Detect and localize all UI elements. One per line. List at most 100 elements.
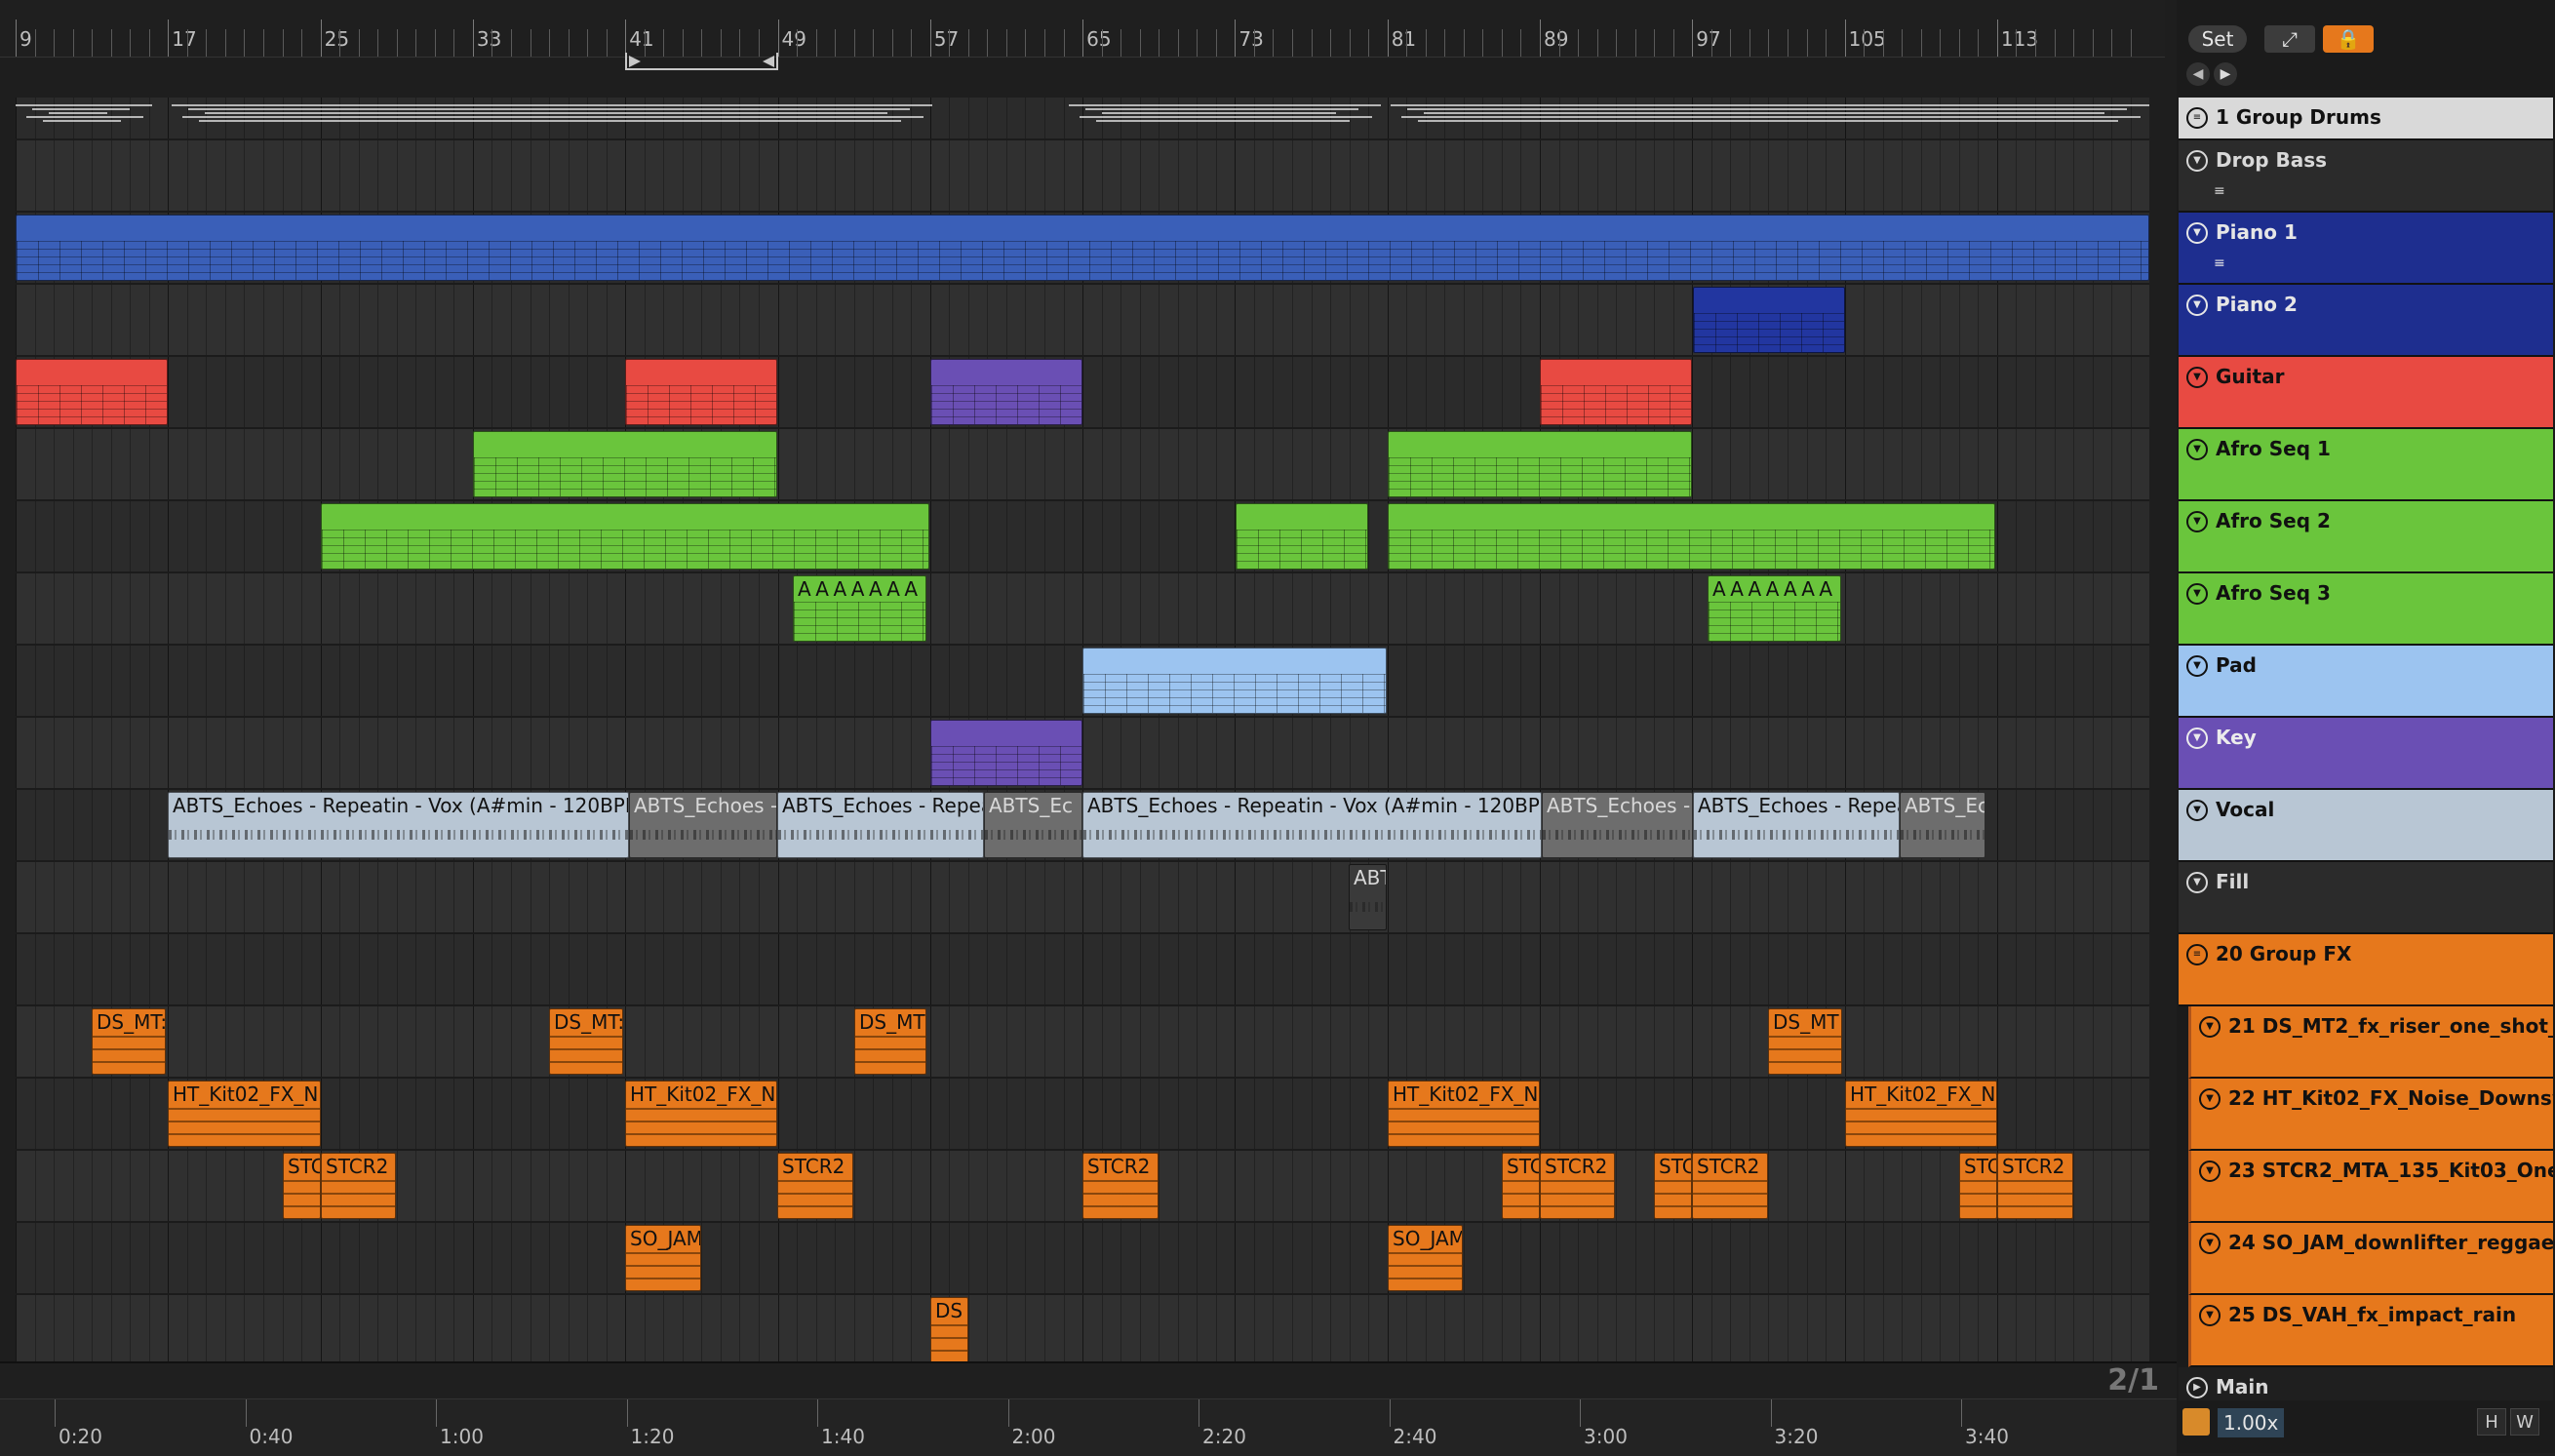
- track-lane[interactable]: [16, 429, 2149, 501]
- expand-icon[interactable]: ⤢: [2264, 25, 2315, 53]
- zoom-level[interactable]: 1.00x: [2218, 1408, 2285, 1437]
- clip[interactable]: STCR2: [777, 1153, 853, 1219]
- clip[interactable]: ABTS_Ec: [1900, 792, 1985, 858]
- clip[interactable]: [473, 431, 777, 497]
- menu-icon[interactable]: ≡: [2214, 183, 2225, 199]
- fold-icon[interactable]: ▼: [2199, 1161, 2221, 1182]
- clip[interactable]: SO_JAM: [1388, 1225, 1463, 1291]
- clip[interactable]: HT_Kit02_FX_N: [625, 1081, 777, 1147]
- clip[interactable]: DS_MT:: [92, 1008, 166, 1075]
- track-header-1-group-drums[interactable]: ≡ 1 Group Drums: [2179, 98, 2553, 140]
- clip[interactable]: [1388, 503, 1995, 570]
- track-lane[interactable]: [16, 1223, 2149, 1295]
- clip[interactable]: ABTS_Echoes - Repea: [1693, 792, 1900, 858]
- clip[interactable]: AAAAAAA: [793, 575, 926, 642]
- fold-icon[interactable]: ▼: [2199, 1088, 2221, 1110]
- clip[interactable]: [1082, 648, 1387, 714]
- track-header-afro-seq-1[interactable]: ▼ Afro Seq 1: [2179, 429, 2553, 501]
- clip[interactable]: DS_MT: [854, 1008, 926, 1075]
- clip[interactable]: [321, 503, 929, 570]
- nav-back-icon[interactable]: ◀: [2186, 62, 2210, 86]
- track-header-21-ds-mt2-fx-riser-one-shot-[interactable]: ▼ 21 DS_MT2_fx_riser_one_shot_: [2188, 1006, 2553, 1079]
- clip[interactable]: DS_MT:: [549, 1008, 623, 1075]
- fold-icon[interactable]: ▼: [2186, 655, 2208, 677]
- track-header-afro-seq-3[interactable]: ▼ Afro Seq 3: [2179, 573, 2553, 646]
- track-lane[interactable]: [16, 862, 2149, 934]
- track-header-fill[interactable]: ▼ Fill: [2179, 862, 2553, 934]
- fold-icon[interactable]: ▼: [2186, 511, 2208, 532]
- arrangement-area[interactable]: AAAAAAA AAAAAAA ABTS_Echoes - Repeatin - V…: [16, 98, 2149, 1361]
- clip[interactable]: STCR2: [1540, 1153, 1615, 1219]
- track-lane[interactable]: [16, 718, 2149, 790]
- track-header-20-group-fx[interactable]: ≡ 20 Group FX: [2179, 934, 2553, 1006]
- clip[interactable]: STCR2: [1997, 1153, 2073, 1219]
- clip[interactable]: [625, 359, 777, 425]
- clip[interactable]: AAAAAAA: [1708, 575, 1841, 642]
- fold-icon[interactable]: ▼: [2186, 295, 2208, 316]
- track-header-afro-seq-2[interactable]: ▼ Afro Seq 2: [2179, 501, 2553, 573]
- clip[interactable]: [1693, 287, 1845, 353]
- fold-icon[interactable]: ▼: [2199, 1016, 2221, 1038]
- track-header-main[interactable]: ▶ Main: [2179, 1367, 2553, 1402]
- clip[interactable]: STCR2: [1082, 1153, 1159, 1219]
- fold-icon[interactable]: ▼: [2186, 728, 2208, 749]
- waveform-icon[interactable]: [2182, 1408, 2210, 1436]
- track-header-guitar[interactable]: ▼ Guitar: [2179, 357, 2553, 429]
- clip[interactable]: STC: [1959, 1153, 1997, 1219]
- play-icon[interactable]: ▶: [2186, 1377, 2208, 1398]
- fold-icon[interactable]: ▼: [2199, 1233, 2221, 1254]
- track-header-vocal[interactable]: ▼ Vocal: [2179, 790, 2553, 862]
- fold-icon[interactable]: ▼: [2186, 439, 2208, 460]
- clip[interactable]: [930, 359, 1082, 425]
- clip[interactable]: ABTS_Echoes - Repeatin - Vox (A#min - 12…: [168, 792, 629, 858]
- clip[interactable]: [16, 359, 168, 425]
- set-button[interactable]: Set: [2188, 25, 2247, 53]
- clip[interactable]: STCR2: [321, 1153, 396, 1219]
- clip[interactable]: ABTS_Echoes -: [1542, 792, 1693, 858]
- bar-ruler[interactable]: 9 17 25 33 41 49 57 65 73 81 89 97 105 113: [0, 0, 2165, 58]
- clip[interactable]: ABT: [1349, 864, 1387, 930]
- clip[interactable]: DS: [930, 1297, 968, 1361]
- group-icon[interactable]: ≡: [2186, 944, 2208, 965]
- fold-icon[interactable]: ▼: [2186, 367, 2208, 388]
- fold-icon[interactable]: ▼: [2186, 150, 2208, 172]
- track-header-drop-bass[interactable]: ▼ Drop Bass ≡: [2179, 140, 2553, 213]
- clip[interactable]: STC: [1654, 1153, 1692, 1219]
- clip[interactable]: ABTS_Echoes - Repea: [777, 792, 984, 858]
- group-icon[interactable]: ≡: [2186, 107, 2208, 129]
- track-lane[interactable]: [16, 1295, 2149, 1361]
- track-header-piano-1[interactable]: ▼ Piano 1 ≡: [2179, 213, 2553, 285]
- track-header-pad[interactable]: ▼ Pad: [2179, 646, 2553, 718]
- track-lane[interactable]: [16, 98, 2149, 140]
- fold-icon[interactable]: ▼: [2186, 872, 2208, 893]
- fold-icon[interactable]: ▼: [2199, 1305, 2221, 1326]
- fold-icon[interactable]: ▼: [2186, 583, 2208, 605]
- w-button[interactable]: W: [2510, 1408, 2539, 1436]
- time-ruler[interactable]: 0:20 0:40 1:00 1:20 1:40 2:00 2:20 2:40 3:00 3:20…: [0, 1398, 2177, 1456]
- clip[interactable]: ABTS_Ec: [984, 792, 1082, 858]
- clip[interactable]: STC: [1502, 1153, 1540, 1219]
- track-header-piano-2[interactable]: ▼ Piano 2: [2179, 285, 2553, 357]
- clip[interactable]: ABTS_Echoes - Repeatin - Vox (A#min - 12…: [1082, 792, 1542, 858]
- clip[interactable]: HT_Kit02_FX_N: [168, 1081, 321, 1147]
- loop-brace[interactable]: [625, 53, 778, 70]
- track-lane[interactable]: [16, 934, 2149, 1006]
- track-lane[interactable]: [16, 357, 2149, 429]
- track-header-25-ds-vah-fx-impact-rain[interactable]: ▼ 25 DS_VAH_fx_impact_rain: [2188, 1295, 2553, 1367]
- clip[interactable]: ABTS_Echoes -: [629, 792, 777, 858]
- fold-icon[interactable]: ▼: [2186, 222, 2208, 244]
- track-header-23-stcr2-mta-135-kit03-one-[interactable]: ▼ 23 STCR2_MTA_135_Kit03_One_: [2188, 1151, 2553, 1223]
- clip[interactable]: STC: [283, 1153, 321, 1219]
- clip[interactable]: [1388, 431, 1692, 497]
- clip[interactable]: HT_Kit02_FX_N: [1388, 1081, 1540, 1147]
- track-lane[interactable]: [16, 140, 2149, 213]
- clip[interactable]: [16, 215, 2149, 281]
- clip[interactable]: STCR2: [1692, 1153, 1768, 1219]
- lock-icon[interactable]: 🔒: [2323, 25, 2374, 53]
- nav-forward-icon[interactable]: ▶: [2214, 62, 2237, 86]
- clip[interactable]: [930, 720, 1082, 786]
- h-button[interactable]: H: [2477, 1408, 2506, 1436]
- menu-icon[interactable]: ≡: [2214, 256, 2225, 271]
- track-header-24-so-jam-downlifter-reggae-l[interactable]: ▼ 24 SO_JAM_downlifter_reggae_l: [2188, 1223, 2553, 1295]
- clip[interactable]: [1540, 359, 1692, 425]
